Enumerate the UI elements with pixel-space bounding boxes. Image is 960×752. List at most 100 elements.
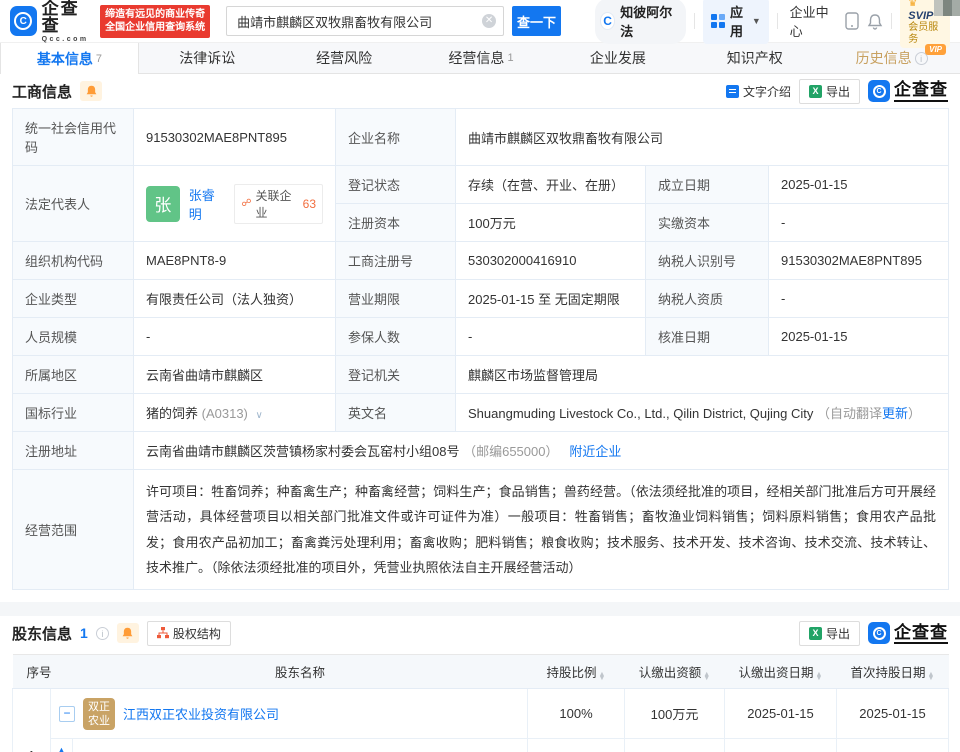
excel-icon: X — [809, 85, 822, 98]
info-icon: i — [96, 627, 109, 640]
bell-icon[interactable] — [867, 13, 883, 30]
section-title: 股东信息 — [12, 623, 72, 644]
divider — [777, 13, 778, 29]
table-row: 人员规模 - 参保人数 - 核准日期 2025-01-15 — [13, 318, 949, 356]
top-bar: C 企查查 Qcc.com 缔造有远见的商业传奇 全国企业信用查询系统 ✕ 查一… — [0, 0, 960, 42]
sort-icon: ▲▼ — [599, 673, 606, 680]
field-label: 注册资本 — [336, 204, 456, 242]
status-value: 存续（在营、开业、在册） — [456, 166, 646, 204]
nearby-companies-link[interactable]: 附近企业 — [569, 444, 621, 459]
export-button[interactable]: X 导出 — [799, 621, 860, 646]
tab-history-info[interactable]: VIP 历史信息 i — [823, 43, 960, 73]
tab-intellectual-property[interactable]: 知识产权 — [686, 43, 823, 73]
insured-count-value: - — [456, 318, 646, 356]
tab-operation-risk[interactable]: 经营风险 — [276, 43, 413, 73]
col-header-date[interactable]: 认缴出资日期▲▼ — [725, 655, 837, 689]
logo-title: 企查查 — [42, 0, 93, 34]
avatar: 张 — [146, 186, 180, 222]
col-header-seq: 序号 — [13, 655, 73, 689]
table-row: 统一社会信用代码 91530302MAE8PNT895 企业名称 曲靖市麒麟区双… — [13, 109, 949, 166]
company-type-value: 有限责任公司（法人独资） — [134, 280, 336, 318]
tab-basic-info[interactable]: 基本信息 7 — [0, 43, 139, 74]
field-label: 纳税人识别号 — [646, 242, 769, 280]
text-intro-button[interactable]: 文字介绍 — [726, 83, 791, 100]
enterprise-center-link[interactable]: 企业中心 — [790, 2, 834, 40]
registry-value: 麒麟区市场监督管理局 — [456, 356, 949, 394]
business-term-value: 2025-01-15 至 无固定期限 — [456, 280, 646, 318]
industry-value: 猪的饲养 (A0313) ∨ — [134, 394, 336, 432]
export-button[interactable]: X 导出 — [799, 79, 860, 104]
search-button[interactable]: 查一下 — [512, 6, 561, 36]
screen-corner-artifact — [934, 0, 960, 16]
field-label: 企业类型 — [13, 280, 134, 318]
crown-icon: ♛ — [908, 0, 917, 9]
chevron-down-icon: ▼ — [752, 16, 761, 26]
equity-structure-button[interactable]: 股权结构 — [147, 621, 231, 646]
search-input[interactable] — [226, 6, 504, 36]
divider — [891, 13, 892, 29]
ratio-value: 60.00% — [528, 739, 625, 752]
business-scope-value: 许可项目：牲畜饲养；种畜禽生产；种畜禽经营；饲料生产；食品销售；兽药经营。（依法… — [134, 470, 949, 590]
org-chart-icon — [157, 627, 169, 639]
field-label: 法定代表人 — [13, 166, 134, 242]
col-header-name: 股东名称 — [73, 655, 528, 689]
legal-rep-link[interactable]: 张睿明 — [189, 185, 226, 223]
field-label: 人员规模 — [13, 318, 134, 356]
sort-icon: ▲▼ — [703, 673, 710, 680]
tab-company-development[interactable]: 企业发展 — [549, 43, 686, 73]
alpha-icon: C — [600, 12, 615, 30]
legal-rep-cell: 张 张睿明 ☍ 关联企业 63 — [134, 166, 336, 242]
first-date-value: 2025-01-15 — [837, 689, 949, 739]
monitor-bell-icon[interactable] — [117, 623, 139, 643]
shareholders-header: 股东信息 1 i 股权结构 X 导出 C 企查查 — [0, 616, 960, 650]
date-value: 2025-01-15 — [725, 689, 837, 739]
taxpayer-id-value: 91530302MAE8PNT895 — [769, 242, 949, 280]
tab-legal-proceedings[interactable]: 法律诉讼 — [139, 43, 276, 73]
qcc-logo[interactable]: C 企查查 Qcc.com — [10, 0, 92, 43]
table-row: 组织机构代码 MAE8PNT8-9 工商注册号 530302000416910 … — [13, 242, 949, 280]
col-header-ratio[interactable]: 持股比例▲▼ — [528, 655, 625, 689]
level-indicator: ▲ 二级股东 — [51, 739, 73, 752]
monitor-bell-icon[interactable] — [80, 81, 102, 101]
table-row: 注册地址 云南省曲靖市麒麟区茨营镇杨家村委会瓦窑村小组08号 （邮编655000… — [13, 432, 949, 470]
table-row: ▲ 二级股东 + 江西正邦科技股份有限公司 60.00% 12000万元 202… — [13, 739, 949, 752]
company-tabs: 基本信息 7 法律诉讼 经营风险 经营信息 1 企业发展 知识产权 VIP 历史… — [0, 42, 960, 74]
paid-capital-value: - — [769, 204, 949, 242]
col-header-amount[interactable]: 认缴出资额▲▼ — [625, 655, 725, 689]
reg-no-value: 530302000416910 — [456, 242, 646, 280]
approval-date-value: 2025-01-15 — [769, 318, 949, 356]
collapse-button[interactable]: − — [59, 706, 75, 722]
table-row: 所属地区 云南省曲靖市麒麟区 登记机关 麒麟区市场监督管理局 — [13, 356, 949, 394]
qcc-logo-icon: C — [10, 6, 37, 36]
shareholder-link[interactable]: 江西双正农业投资有限公司 — [123, 704, 279, 723]
network-icon: ☍ — [241, 199, 251, 209]
clear-search-icon[interactable]: ✕ — [482, 14, 496, 28]
section-divider — [0, 602, 960, 616]
field-label: 统一社会信用代码 — [13, 109, 134, 166]
field-label: 组织机构代码 — [13, 242, 134, 280]
col-header-first-date[interactable]: 首次持股日期▲▼ — [837, 655, 949, 689]
zhibi-alpha-button[interactable]: C 知彼阿尔法 — [595, 0, 686, 44]
seq-value: 1 — [13, 689, 51, 752]
table-row: 企业类型 有限责任公司（法人独资） 营业期限 2025-01-15 至 无固定期… — [13, 280, 949, 318]
translate-update-link[interactable]: 更新 — [882, 406, 908, 421]
field-label: 纳税人资质 — [646, 280, 769, 318]
document-icon — [726, 85, 739, 98]
collapse-triangle-icon[interactable]: ▲ — [57, 746, 66, 752]
table-row: 经营范围 许可项目：牲畜饲养；种畜禽生产；种畜禽经营；饲料生产；食品销售；兽药经… — [13, 470, 949, 590]
amount-value: 100万元 — [625, 689, 725, 739]
sort-icon: ▲▼ — [816, 673, 823, 680]
tab-operation-info[interactable]: 经营信息 1 — [413, 43, 550, 73]
sort-icon: ▲▼ — [928, 673, 935, 680]
apps-dropdown[interactable]: 应用 ▼ — [703, 0, 769, 44]
apps-grid-icon — [711, 14, 725, 28]
chevron-down-icon[interactable]: ∨ — [256, 410, 263, 421]
excel-icon: X — [809, 627, 822, 640]
business-info-header: 工商信息 文字介绍 X 导出 C 企查查 — [0, 74, 960, 108]
section-title: 工商信息 — [12, 81, 72, 102]
field-label: 所属地区 — [13, 356, 134, 394]
qcc-watermark-icon: C — [868, 622, 890, 644]
related-companies-badge[interactable]: ☍ 关联企业 63 — [234, 184, 323, 224]
shareholder-cell: − 双正 农业 江西双正农业投资有限公司 — [51, 689, 528, 739]
mobile-icon[interactable] — [845, 12, 859, 30]
